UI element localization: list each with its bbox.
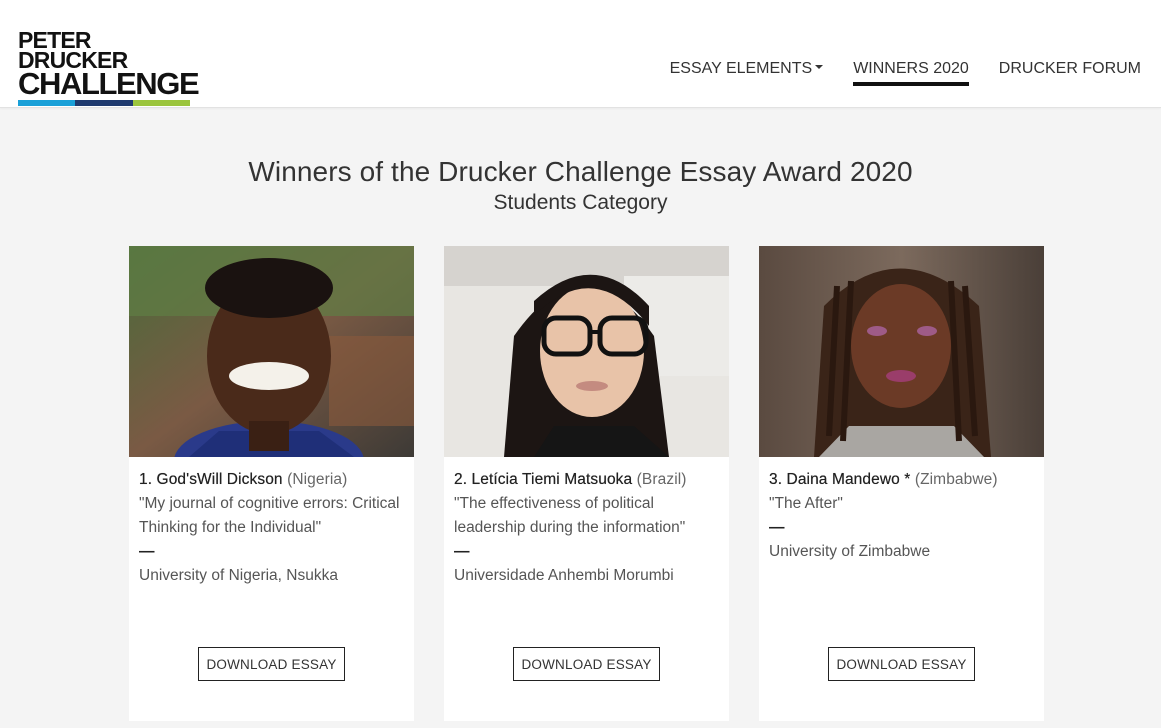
winner-photo	[129, 246, 414, 457]
nav-item-label: WINNERS 2020	[853, 60, 969, 77]
essay-title: "The After"	[769, 495, 843, 512]
logo-color-stripe	[18, 100, 190, 106]
university-name: Universidade Anhembi Morumbi	[454, 567, 674, 584]
winner-name-line: 1. God'sWill Dickson (Nigeria)	[139, 468, 404, 492]
winner-card: 3. Daina Mandewo * (Zimbabwe) "The After…	[759, 246, 1044, 721]
caret-down-icon	[815, 64, 824, 69]
winner-card: 2. Letícia Tiemi Matsuoka (Brazil) "The …	[444, 246, 729, 721]
page-title: Winners of the Drucker Challenge Essay A…	[248, 156, 913, 187]
winner-name: 1. God'sWill Dickson	[139, 471, 283, 488]
download-essay-button[interactable]: DOWNLOAD ESSAY	[198, 647, 345, 681]
download-essay-button[interactable]: DOWNLOAD ESSAY	[828, 647, 975, 681]
page-subtitle: Students Category	[493, 191, 668, 214]
separator-dash: —	[769, 519, 785, 536]
winner-country: (Brazil)	[636, 471, 687, 488]
winner-photo	[759, 246, 1044, 457]
essay-title: "My journal of cognitive errors: Critica…	[139, 495, 400, 536]
essay-title: "The effectiveness of political leadersh…	[454, 495, 686, 536]
logo-text-line1: PETER DRUCKER	[18, 27, 128, 73]
nav-item-essay-elements[interactable]: ESSAY ELEMENTS	[670, 60, 824, 84]
winner-photo	[444, 246, 729, 457]
logo-text-line2: CHALLENGE	[18, 66, 200, 101]
nav-item-label: DRUCKER FORUM	[998, 60, 1141, 77]
site-logo[interactable]: PETER DRUCKER CHALLENGE	[18, 27, 200, 106]
nav-item-drucker-forum[interactable]: DRUCKER FORUM	[999, 60, 1141, 84]
winner-name-line: 2. Letícia Tiemi Matsuoka (Brazil)	[454, 468, 719, 492]
winner-name: 3. Daina Mandewo *	[769, 471, 911, 488]
separator-dash: —	[454, 543, 470, 560]
winner-country: (Nigeria)	[287, 471, 348, 488]
winner-name-line: 3. Daina Mandewo * (Zimbabwe)	[769, 468, 1034, 492]
nav-item-label: ESSAY ELEMENTS	[669, 60, 813, 77]
winner-name: 2. Letícia Tiemi Matsuoka	[454, 471, 633, 488]
download-essay-button[interactable]: DOWNLOAD ESSAY	[513, 647, 660, 681]
site-header: PETER DRUCKER CHALLENGE ESSAY ELEMENTS W…	[0, 0, 1161, 108]
main-nav: ESSAY ELEMENTS WINNERS 2020 DRUCKER FORU…	[640, 60, 1141, 86]
winner-card: 1. God'sWill Dickson (Nigeria) "My journ…	[129, 246, 414, 721]
separator-dash: —	[139, 543, 155, 560]
university-name: University of Nigeria, Nsukka	[139, 567, 338, 584]
winner-country: (Zimbabwe)	[914, 471, 998, 488]
nav-item-winners-2020[interactable]: WINNERS 2020	[853, 60, 969, 86]
university-name: University of Zimbabwe	[769, 543, 931, 560]
